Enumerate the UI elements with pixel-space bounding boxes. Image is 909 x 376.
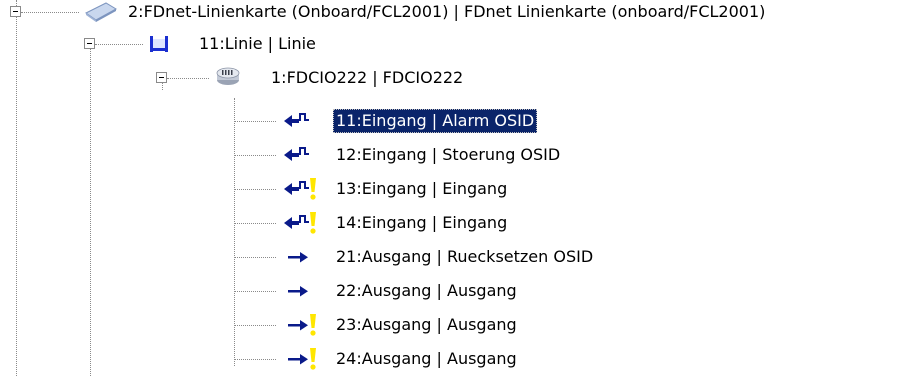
network-card-icon <box>84 1 118 27</box>
tree-connector <box>167 78 209 79</box>
tree-connector <box>234 359 276 360</box>
tree-connector <box>234 189 276 190</box>
tree-connector <box>234 121 276 122</box>
tree-node-label[interactable]: 11:Linie | Linie <box>196 32 319 56</box>
input-signal-icon <box>282 178 316 204</box>
line-bracket-icon <box>148 33 170 59</box>
tree-connector <box>21 12 79 13</box>
warning-icon <box>308 347 318 375</box>
collapse-toggle-icon[interactable] <box>156 72 167 83</box>
tree-connector <box>234 223 276 224</box>
tree-node-label[interactable]: 13:Eingang | Eingang <box>333 177 510 201</box>
tree-node-label[interactable]: 1:FDCIO222 | FDCIO222 <box>268 66 466 90</box>
tree-guide-level1 <box>90 42 91 376</box>
tree-node-label[interactable]: 22:Ausgang | Ausgang <box>333 279 520 303</box>
io-module-icon <box>214 67 242 91</box>
warning-icon <box>308 211 318 239</box>
tree-node-label[interactable]: 24:Ausgang | Ausgang <box>333 347 520 371</box>
warning-icon <box>308 177 318 205</box>
tree-connector <box>234 291 276 292</box>
tree-node-label[interactable]: 12:Eingang | Stoerung OSID <box>333 143 563 167</box>
device-tree[interactable]: 2:FDnet-Linienkarte (Onboard/FCL2001) | … <box>0 0 909 376</box>
collapse-toggle-icon[interactable] <box>10 6 21 17</box>
output-arrow-icon <box>282 280 316 306</box>
tree-connector <box>234 257 276 258</box>
tree-connector <box>234 155 276 156</box>
tree-connector <box>95 44 143 45</box>
output-arrow-icon <box>282 314 316 340</box>
tree-node-label[interactable]: 23:Ausgang | Ausgang <box>333 313 520 337</box>
tree-guide-root <box>16 0 17 376</box>
tree-node-label[interactable]: 2:FDnet-Linienkarte (Onboard/FCL2001) | … <box>125 0 768 24</box>
warning-icon <box>308 313 318 341</box>
input-signal-icon <box>282 110 316 136</box>
input-signal-icon <box>282 212 316 238</box>
tree-connector <box>234 325 276 326</box>
tree-node-label[interactable]: 21:Ausgang | Ruecksetzen OSID <box>333 245 596 269</box>
tree-node-label[interactable]: 14:Eingang | Eingang <box>333 211 510 235</box>
output-arrow-icon <box>282 246 316 272</box>
tree-node-label[interactable]: 11:Eingang | Alarm OSID <box>333 109 538 133</box>
collapse-toggle-icon[interactable] <box>84 38 95 49</box>
input-signal-icon <box>282 144 316 170</box>
output-arrow-icon <box>282 348 316 374</box>
